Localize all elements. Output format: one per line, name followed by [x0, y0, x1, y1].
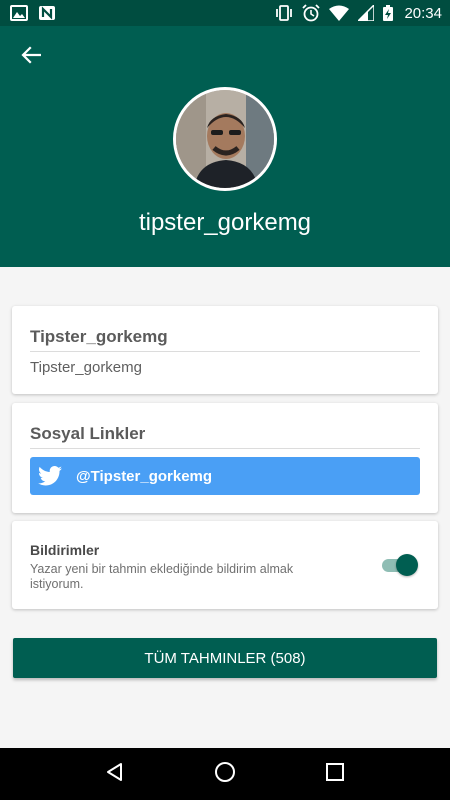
all-predictions-button[interactable]: TÜM TAHMINLER (508) [13, 638, 437, 678]
social-links-title: Sosyal Linkler [30, 424, 146, 443]
twitter-link-button[interactable]: @Tipster_gorkemg [30, 457, 420, 495]
status-bar: 20:34 [0, 0, 450, 26]
notifications-card: Bildirimler Yazar yeni bir tahmin ekledi… [12, 521, 438, 609]
divider [30, 448, 420, 449]
nav-back-button[interactable] [95, 754, 135, 794]
home-circle-icon [214, 761, 236, 788]
back-triangle-icon [105, 762, 125, 787]
profile-name-title: Tipster_gorkemg [30, 327, 168, 346]
avatar [173, 87, 277, 191]
signal-icon [358, 5, 375, 21]
battery-charging-icon [383, 5, 394, 21]
profile-name-card: Tipster_gorkemg Tipster_gorkemg [12, 306, 438, 394]
divider [30, 351, 420, 352]
notifications-title: Bildirimler [30, 542, 100, 558]
recents-square-icon [326, 762, 344, 786]
wifi-icon [329, 5, 350, 21]
notifications-description: Yazar yeni bir tahmin eklediğinde bildir… [30, 562, 294, 591]
back-button[interactable] [16, 44, 46, 70]
status-time: 20:34 [404, 4, 442, 22]
twitter-handle: @Tipster_gorkemg [76, 467, 213, 485]
n-icon [38, 5, 56, 21]
profile-header: tipster_gorkemg [0, 26, 450, 267]
twitter-icon [38, 466, 62, 486]
alarm-icon [302, 4, 321, 22]
arrow-left-icon [21, 45, 42, 69]
nav-home-button[interactable] [205, 754, 245, 794]
toggle-thumb [396, 554, 418, 576]
notifications-toggle[interactable] [380, 554, 418, 576]
profile-username: tipster_gorkemg [138, 209, 312, 236]
profile-name-value: Tipster_gorkemg [30, 359, 142, 376]
nav-recents-button[interactable] [315, 754, 355, 794]
vibrate-icon [275, 5, 293, 21]
system-nav-bar [0, 748, 450, 800]
image-icon [10, 5, 28, 21]
social-links-card: Sosyal Linkler @Tipster_gorkemg [12, 403, 438, 513]
